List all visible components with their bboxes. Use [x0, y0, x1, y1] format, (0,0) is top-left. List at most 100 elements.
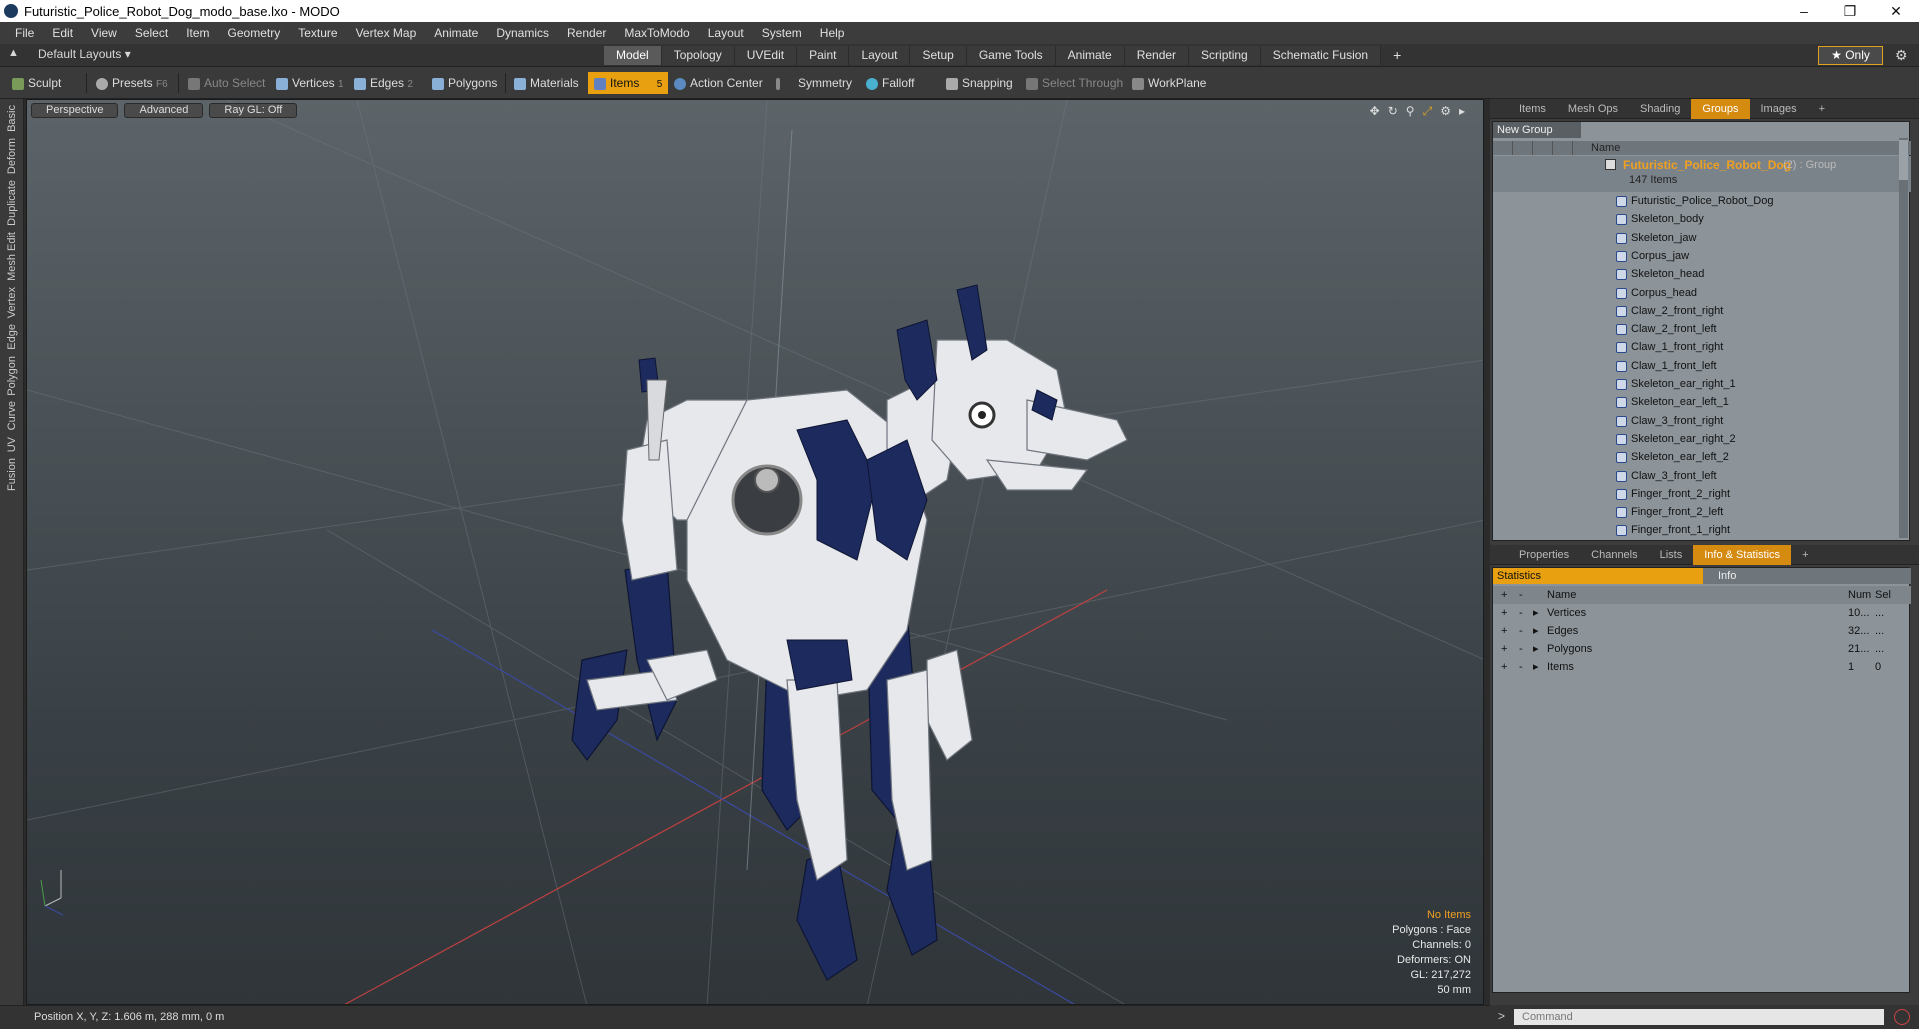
- tab-render[interactable]: Render: [1124, 46, 1190, 65]
- add-tab-icon[interactable]: +: [1791, 545, 1819, 565]
- scroll-thumb[interactable]: [1899, 140, 1908, 180]
- group-item-row[interactable]: Futuristic_Police_Robot_Dog: [1493, 193, 1911, 211]
- tab-model[interactable]: Model: [604, 46, 662, 65]
- group-row[interactable]: Futuristic_Police_Robot_Dog (2) : Group …: [1493, 156, 1911, 192]
- sculpt-button[interactable]: Sculpt: [8, 72, 61, 94]
- new-group-button[interactable]: New Group: [1493, 122, 1581, 138]
- group-item-row[interactable]: Claw_1_front_left: [1493, 358, 1911, 376]
- menu-view[interactable]: View: [82, 26, 126, 40]
- stats-row[interactable]: + - ▸ Polygons 21......: [1493, 640, 1911, 658]
- 3d-viewport[interactable]: Perspective Advanced Ray GL: Off ✥ ↻ ⚲ ⤢…: [26, 99, 1484, 1005]
- group-item-row[interactable]: Skeleton_ear_right_1: [1493, 376, 1911, 394]
- strip-uv[interactable]: UV: [6, 437, 18, 452]
- strip-polygon[interactable]: Polygon: [6, 356, 18, 396]
- expand-icon[interactable]: +: [1501, 640, 1507, 658]
- add-tab-icon[interactable]: +: [1381, 46, 1413, 65]
- menu-texture[interactable]: Texture: [289, 26, 346, 40]
- close-icon[interactable]: ✕: [1873, 0, 1919, 22]
- expand-icon[interactable]: ▸: [1459, 104, 1465, 119]
- strip-mesh-edit[interactable]: Mesh Edit: [6, 232, 18, 281]
- lock-col-icon[interactable]: [1533, 141, 1553, 155]
- stats-row[interactable]: + - ▸ Items 1 0: [1493, 658, 1911, 676]
- expand-icon[interactable]: +: [1501, 658, 1507, 676]
- only-button[interactable]: ★ Only: [1818, 46, 1883, 65]
- rotate-icon[interactable]: ↻: [1388, 104, 1398, 119]
- menu-layout[interactable]: Layout: [699, 26, 753, 40]
- tab-channels[interactable]: Channels: [1580, 545, 1648, 565]
- group-item-row[interactable]: Finger_front_2_right: [1493, 486, 1911, 504]
- tab-layout[interactable]: Layout: [849, 46, 911, 65]
- menu-system[interactable]: System: [753, 26, 811, 40]
- command-input[interactable]: Command: [1514, 1009, 1884, 1025]
- strip-basic[interactable]: Basic: [6, 105, 18, 132]
- menu-select[interactable]: Select: [126, 26, 177, 40]
- strip-edge[interactable]: Edge: [6, 324, 18, 350]
- menu-render[interactable]: Render: [558, 26, 615, 40]
- tab-topology[interactable]: Topology: [661, 46, 735, 65]
- menu-help[interactable]: Help: [811, 26, 854, 40]
- workplane-button[interactable]: WorkPlane: [1128, 72, 1206, 94]
- group-item-row[interactable]: Skeleton_ear_right_2: [1493, 431, 1911, 449]
- items-button[interactable]: Items 5: [588, 72, 669, 94]
- menu-maxtomodo[interactable]: MaxToModo: [615, 26, 698, 40]
- minimize-icon[interactable]: –: [1781, 0, 1827, 22]
- advanced-button[interactable]: Advanced: [124, 103, 204, 118]
- group-item-row[interactable]: Corpus_jaw: [1493, 248, 1911, 266]
- groups-scrollbar[interactable]: [1899, 138, 1908, 538]
- select-col-icon[interactable]: [1553, 141, 1573, 155]
- collapse-icon[interactable]: ▲: [8, 47, 19, 59]
- group-item-row[interactable]: Finger_front_1_right: [1493, 522, 1911, 540]
- snapping-button[interactable]: Snapping: [942, 72, 1013, 94]
- group-item-row[interactable]: Skeleton_ear_left_1: [1493, 394, 1911, 412]
- tab-setup[interactable]: Setup: [910, 46, 967, 65]
- auto-select-button[interactable]: Auto Select: [184, 72, 265, 94]
- statistics-tab[interactable]: Statistics: [1493, 568, 1703, 584]
- disclosure-icon[interactable]: ▸: [1533, 658, 1539, 676]
- menu-animate[interactable]: Animate: [425, 26, 487, 40]
- expand-icon[interactable]: +: [1501, 622, 1507, 640]
- disclosure-icon[interactable]: ▸: [1533, 604, 1539, 622]
- tab-lists[interactable]: Lists: [1649, 545, 1694, 565]
- symmetry-button[interactable]: Symmetry: [772, 72, 852, 94]
- info-tab[interactable]: Info: [1718, 570, 1736, 582]
- group-item-row[interactable]: Claw_3_front_left: [1493, 468, 1911, 486]
- strip-fusion[interactable]: Fusion: [6, 458, 18, 491]
- zoom-icon[interactable]: ⚲: [1406, 104, 1415, 119]
- tab-shading[interactable]: Shading: [1629, 99, 1691, 119]
- action-center-button[interactable]: Action Center: [670, 72, 763, 94]
- edges-button[interactable]: Edges 2: [350, 72, 413, 94]
- collapse-icon[interactable]: -: [1519, 640, 1523, 658]
- tab-info-statistics[interactable]: Info & Statistics: [1693, 544, 1792, 565]
- group-item-row[interactable]: Corpus_head: [1493, 285, 1911, 303]
- tab-paint[interactable]: Paint: [797, 46, 850, 65]
- menu-vertex-map[interactable]: Vertex Map: [347, 26, 426, 40]
- menu-file[interactable]: File: [6, 26, 43, 40]
- collapse-all-icon[interactable]: -: [1519, 586, 1523, 604]
- expand-all-icon[interactable]: +: [1501, 586, 1507, 604]
- tab-scripting[interactable]: Scripting: [1189, 46, 1261, 65]
- strip-duplicate[interactable]: Duplicate: [6, 180, 18, 226]
- tab-mesh-ops[interactable]: Mesh Ops: [1557, 99, 1629, 119]
- group-item-row[interactable]: Skeleton_body: [1493, 211, 1911, 229]
- group-item-row[interactable]: Claw_3_front_right: [1493, 413, 1911, 431]
- tab-uvedit[interactable]: UVEdit: [734, 46, 798, 65]
- group-item-row[interactable]: Claw_2_front_left: [1493, 321, 1911, 339]
- group-item-row[interactable]: Skeleton_head: [1493, 266, 1911, 284]
- group-item-row[interactable]: Finger_front_2_left: [1493, 504, 1911, 522]
- select-through-button[interactable]: Select Through: [1022, 72, 1123, 94]
- menu-item[interactable]: Item: [177, 26, 218, 40]
- tab-animate[interactable]: Animate: [1055, 46, 1125, 65]
- strip-vertex[interactable]: Vertex: [6, 287, 18, 318]
- stats-row[interactable]: + - ▸ Vertices 10......: [1493, 604, 1911, 622]
- falloff-button[interactable]: Falloff: [862, 72, 914, 94]
- pan-icon[interactable]: ✥: [1370, 104, 1380, 119]
- default-layouts-dropdown[interactable]: Default Layouts ▾: [38, 47, 131, 61]
- tab-items[interactable]: Items: [1508, 99, 1557, 119]
- raygl-button[interactable]: Ray GL: Off: [209, 103, 298, 118]
- tab-images[interactable]: Images: [1750, 99, 1808, 119]
- menu-dynamics[interactable]: Dynamics: [487, 26, 558, 40]
- collapse-icon[interactable]: -: [1519, 622, 1523, 640]
- group-item-row[interactable]: Skeleton_ear_left_2: [1493, 449, 1911, 467]
- disclosure-icon[interactable]: ▸: [1533, 640, 1539, 658]
- record-icon[interactable]: [1894, 1009, 1910, 1025]
